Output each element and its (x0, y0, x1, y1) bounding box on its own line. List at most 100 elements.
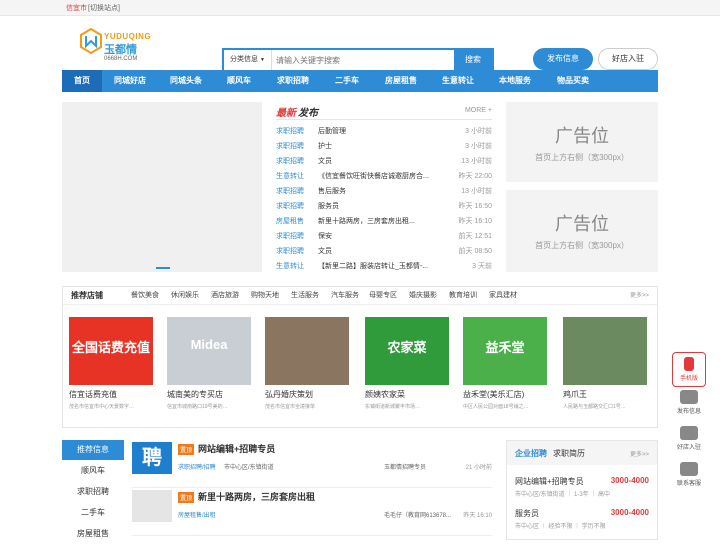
latest-title[interactable]: 服务员 (318, 199, 438, 214)
slider-indicator[interactable] (156, 267, 170, 269)
nav-jobs[interactable]: 求职招聘 (264, 70, 322, 92)
shop-card[interactable]: 弘丹婚庆策划 茂名市信宜市全境接单 (265, 317, 349, 410)
post-thumbnail[interactable] (132, 490, 172, 522)
nav-used-cars[interactable]: 二手车 (322, 70, 372, 92)
shop-tab[interactable]: 汽车服务 (331, 287, 359, 305)
latest-category[interactable]: 求职招聘 (276, 229, 304, 244)
latest-row[interactable]: 求职招聘 护士 3 小时前 (276, 139, 492, 154)
side-support[interactable]: 联系客服 (672, 458, 706, 491)
nav-business-transfer[interactable]: 生意转让 (430, 70, 486, 92)
job-item[interactable]: 网站编辑+招聘专员 3000-4000 市中心区/东镇街道 ｜ 1-3年 ｜ 高… (515, 465, 649, 498)
latest-title[interactable]: 后勤管理 (318, 124, 438, 139)
shop-tab[interactable]: 婚庆摄影 (409, 287, 437, 305)
latest-category[interactable]: 求职招聘 (276, 184, 304, 199)
latest-title[interactable]: 文员 (318, 244, 438, 259)
shop-tab[interactable]: 生活服务 (291, 287, 319, 305)
shop-tab[interactable]: 教育培训 (449, 287, 477, 305)
recommend-menu-header[interactable]: 推荐信息 (62, 440, 124, 460)
post-category[interactable]: 求职招聘/招聘 (178, 462, 216, 471)
latest-row[interactable]: 求职招聘 保安 前天 12:51 (276, 229, 492, 244)
shop-name[interactable]: 弘丹婚庆策划 (265, 389, 349, 400)
latest-row[interactable]: 求职招聘 售后服务 13 小时前 (276, 184, 492, 199)
latest-row[interactable]: 求职招聘 服务员 昨天 16:50 (276, 199, 492, 214)
latest-row[interactable]: 求职招聘 文员 13 小时前 (276, 154, 492, 169)
shop-name[interactable]: 颜姨农家菜 (365, 389, 449, 400)
latest-title[interactable]: 保安 (318, 229, 438, 244)
menu-item-housing[interactable]: 房屋租售 (62, 523, 124, 544)
search-button[interactable]: 搜索 (454, 50, 492, 70)
side-publish[interactable]: 发布信息 (672, 386, 706, 419)
latest-title[interactable]: 【新里二路】服装店转让_玉都情-... (318, 259, 438, 274)
latest-category[interactable]: 求职招聘 (276, 199, 304, 214)
shop-card[interactable]: 农家菜 颜姨农家菜 东镇街道新城聚丰市场… (365, 317, 449, 410)
shop-image[interactable]: 益禾堂 (463, 317, 547, 385)
shop-card[interactable]: Midea 城南美的专买店 信宜市城南路口19号美的… (167, 317, 251, 410)
nav-trading[interactable]: 物品买卖 (544, 70, 602, 92)
shop-name[interactable]: 益禾堂(美乐汇店) (463, 389, 547, 400)
nav-shops[interactable]: 同城好店 (102, 70, 158, 92)
shop-card[interactable]: 益禾堂 益禾堂(美乐汇店) 中区人民公园对面18号铺之… (463, 317, 547, 410)
search-category-select[interactable]: 分类信息 ▼ (224, 50, 272, 70)
post-author[interactable]: 毛毛仔（教育网613678... (384, 510, 451, 519)
latest-category[interactable]: 生意转让 (276, 259, 304, 274)
publish-button[interactable]: 发布信息 (533, 48, 593, 70)
post-author[interactable]: 玉都情招聘专员 (384, 462, 426, 471)
banner-slider[interactable] (62, 102, 262, 272)
post-title[interactable]: 新里十路两房，三房套房出租 (198, 490, 315, 503)
shop-image[interactable]: 农家菜 (365, 317, 449, 385)
nav-local-services[interactable]: 本地服务 (486, 70, 544, 92)
job-name[interactable]: 服务员 (515, 508, 539, 519)
latest-row[interactable]: 求职招聘 文员 前天 08:50 (276, 244, 492, 259)
latest-category[interactable]: 房屋租售 (276, 214, 304, 229)
latest-row[interactable]: 房屋租售 新里十路两房，三房套房出租... 昨天 16:10 (276, 214, 492, 229)
search-input[interactable] (276, 53, 446, 67)
shop-image[interactable] (265, 317, 349, 385)
shops-more-link[interactable]: 更多>> (630, 287, 649, 305)
shop-tab[interactable]: 母婴专区 (369, 287, 397, 305)
menu-item-used-cars[interactable]: 二手车 (62, 502, 124, 523)
tab-resumes[interactable]: 求职简历 (553, 448, 585, 459)
menu-item-carpool[interactable]: 顺风车 (62, 460, 124, 481)
join-shop-button[interactable]: 好店入驻 (598, 48, 658, 70)
latest-title[interactable]: 《信宜餐饮旺街快餐店诚邀厨房合... (318, 169, 438, 184)
ad-slot-2[interactable]: 广告位 首页上方右侧（宽300px） (506, 190, 658, 272)
post-item[interactable]: 聘 置顶 网站编辑+招聘专员 求职招聘/招聘 市中心区/东镇街道 玉都情招聘专员… (132, 440, 492, 488)
latest-title[interactable]: 新里十路两房，三房套房出租... (318, 214, 438, 229)
latest-more-link[interactable]: MORE + (465, 107, 492, 114)
latest-row[interactable]: 生意转让 【新里二路】服装店转让_玉都情-... 3 天前 (276, 259, 492, 274)
latest-title[interactable]: 文员 (318, 154, 438, 169)
jobs-more-link[interactable]: 更多>> (630, 449, 649, 458)
latest-category[interactable]: 求职招聘 (276, 124, 304, 139)
shop-tab[interactable]: 酒店旅游 (211, 287, 239, 305)
shop-image[interactable] (563, 317, 647, 385)
post-category[interactable]: 房屋租售/出租 (178, 510, 216, 519)
latest-row[interactable]: 求职招聘 后勤管理 3 小时前 (276, 124, 492, 139)
shop-name[interactable]: 信宜话费充值 (69, 389, 153, 400)
tab-company-jobs[interactable]: 企业招聘 (515, 448, 547, 459)
menu-item-jobs[interactable]: 求职招聘 (62, 481, 124, 502)
shop-card[interactable]: 鸡爪王 人民路与玉都路交汇口1号… (563, 317, 647, 410)
current-city[interactable]: 信宜市 (66, 3, 87, 13)
latest-category[interactable]: 求职招聘 (276, 139, 304, 154)
latest-category[interactable]: 求职招聘 (276, 244, 304, 259)
shop-tab[interactable]: 休闲娱乐 (171, 287, 199, 305)
latest-category[interactable]: 求职招聘 (276, 154, 304, 169)
nav-home[interactable]: 首页 (62, 70, 102, 92)
latest-title[interactable]: 售后服务 (318, 184, 438, 199)
latest-row[interactable]: 生意转让 《信宜餐饮旺街快餐店诚邀厨房合... 昨天 22:00 (276, 169, 492, 184)
shop-tab[interactable]: 餐饮美食 (131, 287, 159, 305)
side-join[interactable]: 好店入驻 (672, 422, 706, 455)
shop-tab[interactable]: 家具建材 (489, 287, 517, 305)
nav-housing[interactable]: 房屋租售 (372, 70, 430, 92)
shop-tab[interactable]: 购物天地 (251, 287, 279, 305)
job-item[interactable]: 服务员 3000-4000 市中心区 ｜ 经验不限 ｜ 学历不限 (515, 497, 649, 530)
shop-image[interactable]: Midea (167, 317, 251, 385)
shop-card[interactable]: 全国话费充值 信宜话费充值 茂名市信宜市中心天景数字… (69, 317, 153, 410)
shop-name[interactable]: 鸡爪王 (563, 389, 647, 400)
latest-category[interactable]: 生意转让 (276, 169, 304, 184)
shop-image[interactable]: 全国话费充值 (69, 317, 153, 385)
nav-carpool[interactable]: 顺风车 (214, 70, 264, 92)
side-mobile[interactable]: 手机版 (672, 352, 706, 387)
nav-headlines[interactable]: 同城头条 (158, 70, 214, 92)
post-item[interactable]: 置顶 新里十路两房，三房套房出租 房屋租售/出租 毛毛仔（教育网613678..… (132, 488, 492, 536)
